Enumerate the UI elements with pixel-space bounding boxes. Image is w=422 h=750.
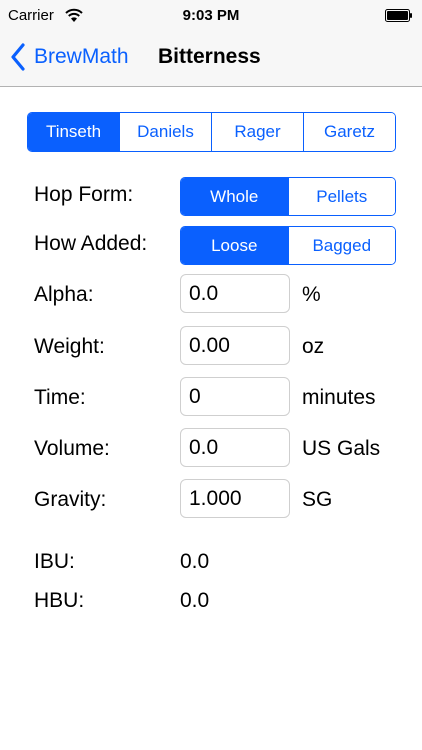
chevron-left-icon: [11, 43, 25, 71]
weight-field[interactable]: 0.00: [180, 326, 290, 365]
segment-bagged[interactable]: Bagged: [287, 227, 395, 264]
ibu-value: 0.0: [180, 550, 210, 573]
status-bar: Carrier 9:03 PM: [0, 0, 422, 32]
segment-rager[interactable]: Rager: [211, 113, 303, 151]
hop-form-segmented-control: Whole Pellets: [180, 177, 396, 216]
gravity-label: Gravity:: [34, 488, 107, 511]
ibu-label: IBU:: [34, 550, 75, 573]
segment-pellets[interactable]: Pellets: [287, 178, 395, 215]
segment-whole[interactable]: Whole: [181, 178, 288, 215]
segment-garetz[interactable]: Garetz: [303, 113, 395, 151]
how-added-segmented-control: Loose Bagged: [180, 226, 396, 265]
volume-label: Volume:: [34, 437, 110, 460]
weight-label: Weight:: [34, 335, 105, 358]
hop-form-label: Hop Form:: [34, 183, 134, 206]
hbu-label: HBU:: [34, 589, 85, 612]
volume-unit: US Gals: [302, 437, 381, 460]
battery-icon: [385, 9, 412, 22]
segment-loose[interactable]: Loose: [181, 227, 288, 264]
status-time: 9:03 PM: [182, 7, 240, 24]
navigation-bar: BrewMath Bitterness: [0, 32, 422, 87]
gravity-field[interactable]: 1.000: [180, 479, 290, 518]
segment-tinseth[interactable]: Tinseth: [28, 113, 119, 151]
back-button-label: BrewMath: [34, 45, 129, 68]
page-title: Bitterness: [158, 45, 261, 68]
alpha-label: Alpha:: [34, 283, 94, 306]
weight-unit: oz: [302, 335, 325, 358]
time-label: Time:: [34, 386, 86, 409]
time-field[interactable]: 0: [180, 377, 290, 416]
hbu-value: 0.0: [180, 589, 210, 612]
gravity-unit: SG: [302, 488, 333, 511]
volume-field[interactable]: 0.0: [180, 428, 290, 467]
how-added-label: How Added:: [34, 232, 148, 255]
alpha-field[interactable]: 0.0: [180, 274, 290, 313]
segment-daniels[interactable]: Daniels: [119, 113, 211, 151]
time-unit: minutes: [302, 386, 376, 409]
alpha-unit: %: [302, 283, 321, 306]
back-button[interactable]: BrewMath: [10, 42, 129, 72]
formula-segmented-control: Tinseth Daniels Rager Garetz: [27, 112, 396, 152]
